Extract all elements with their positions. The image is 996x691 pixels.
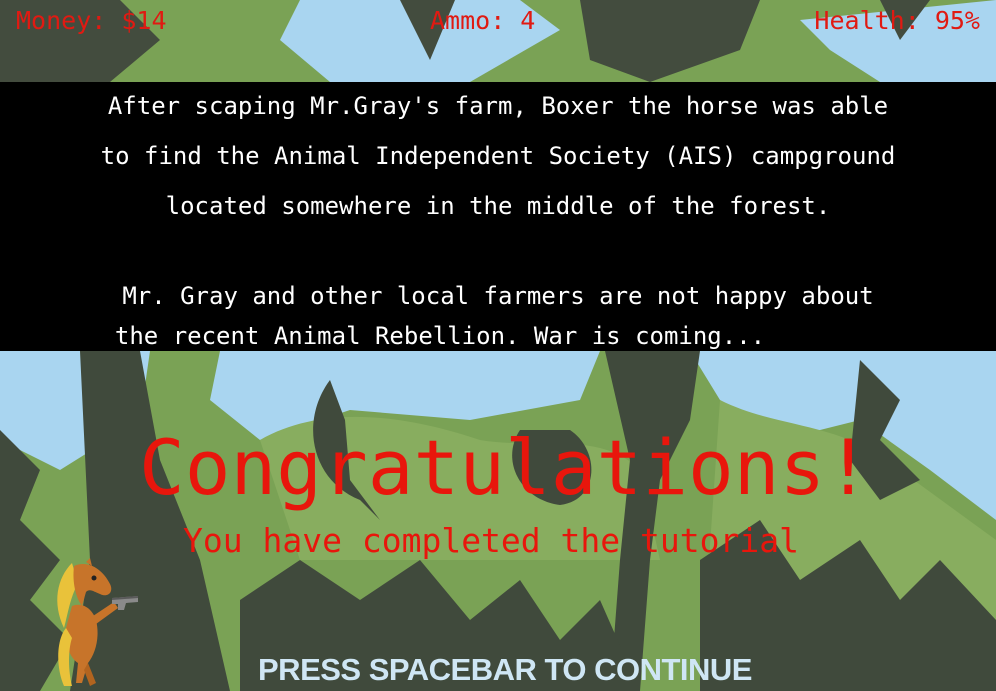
congratulations-title: Congratulations! (138, 423, 872, 512)
story-line-4: Mr. Gray and other local farmers are not… (122, 282, 874, 310)
tutorial-complete-subtitle: You have completed the tutorial (183, 521, 799, 560)
story-line-2: to find the Animal Independent Society (… (100, 142, 896, 170)
money-counter: Money: $14 (16, 6, 167, 35)
story-panel: After scaping Mr.Gray's farm, Boxer the … (0, 82, 996, 351)
story-line-1: After scaping Mr.Gray's farm, Boxer the … (107, 92, 889, 120)
health-counter: Health: 95% (814, 6, 980, 35)
story-line-3: located somewhere in the middle of the f… (165, 192, 831, 220)
ammo-counter: Ammo: 4 (430, 6, 536, 35)
story-line-5: the recent Animal Rebellion. War is comi… (114, 322, 766, 350)
continue-prompt[interactable]: PRESS SPACEBAR TO CONTINUE (0, 652, 996, 688)
